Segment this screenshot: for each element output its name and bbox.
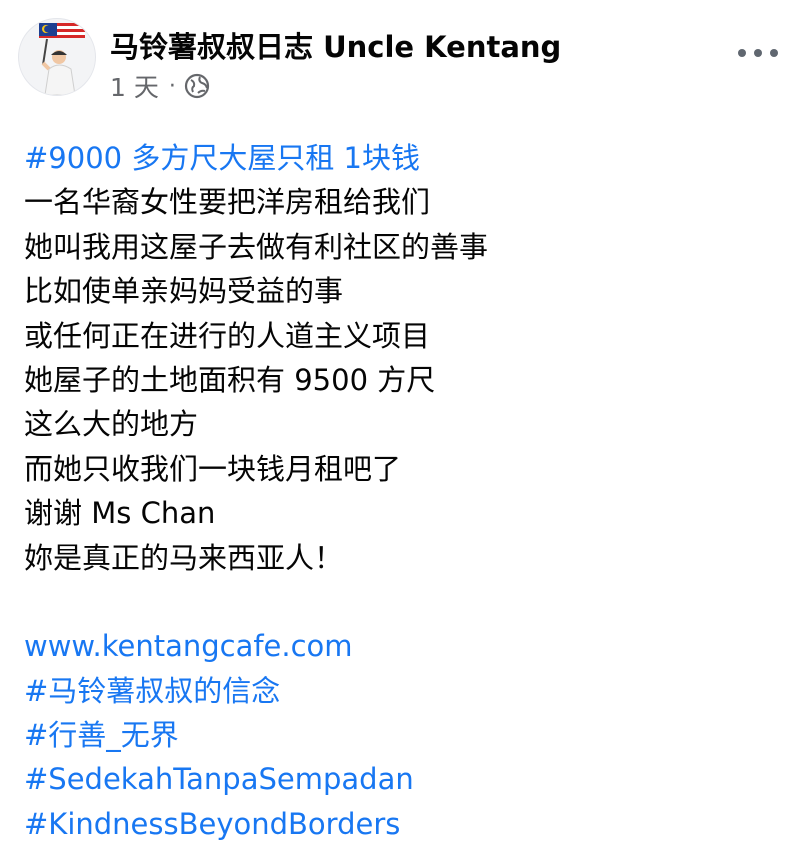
post-text-line: 这么大的地方 xyxy=(24,407,199,442)
post-timestamp[interactable]: 1 天 xyxy=(110,68,159,104)
more-dot-icon xyxy=(738,49,746,57)
avatar-image xyxy=(39,23,85,95)
website-link[interactable]: www.kentangcafe.com xyxy=(24,624,784,668)
post-header: 马铃薯叔叔日志 Uncle Kentang 1 天 · xyxy=(0,0,800,110)
hashtag-link[interactable]: #马铃薯叔叔的信念 xyxy=(24,669,784,713)
more-dot-icon xyxy=(754,49,762,57)
hashtag-title-link[interactable]: #9000 多方尺大屋只租 1块钱 xyxy=(24,136,784,180)
post-text-line: 一名华裔女性要把洋房租给我们 xyxy=(24,185,431,220)
hashtag-link[interactable]: #SedekahTanpaSempadan xyxy=(24,757,784,801)
post-body: #9000 多方尺大屋只租 1块钱 一名华裔女性要把洋房租给我们 她叫我用这屋子… xyxy=(24,136,784,846)
page-name[interactable]: 马铃薯叔叔日志 Uncle Kentang xyxy=(110,24,561,66)
post-text-line: 谢谢 Ms Chan xyxy=(24,496,216,531)
avatar[interactable] xyxy=(18,18,96,96)
post-text-line: 或任何正在进行的人道主义项目 xyxy=(24,318,431,353)
post-text-line: 比如使单亲妈妈受益的事 xyxy=(24,274,344,309)
post-text-line: 她屋子的土地面积有 9500 方尺 xyxy=(24,362,436,397)
more-options-button[interactable] xyxy=(738,38,778,68)
hashtag-link[interactable]: #KindnessBeyondBorders xyxy=(24,802,784,846)
post-text-line: 而她只收我们一块钱月租吧了 xyxy=(24,451,402,486)
post-text-line: 妳是真正的马来西亚人！ xyxy=(24,540,344,575)
globe-icon[interactable] xyxy=(184,73,210,99)
post-meta: 1 天 · xyxy=(110,68,210,104)
hashtag-link[interactable]: #行善_无界 xyxy=(24,713,784,757)
post-text-line: 她叫我用这屋子去做有利社区的善事 xyxy=(24,229,489,264)
meta-separator: · xyxy=(168,73,176,99)
more-dot-icon xyxy=(770,49,778,57)
